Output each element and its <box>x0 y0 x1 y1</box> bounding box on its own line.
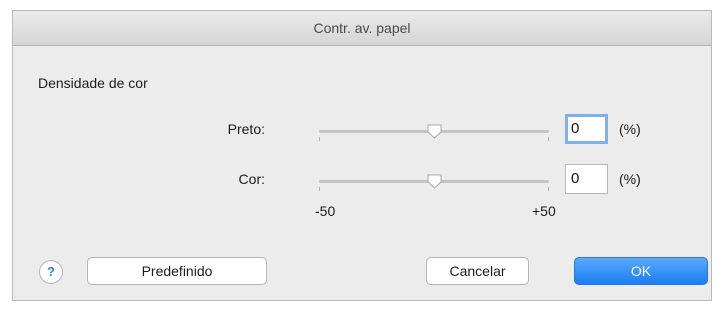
color-density-field[interactable]: 0 <box>565 164 608 194</box>
slider-thumb[interactable] <box>426 123 443 140</box>
scale-min-label: -50 <box>315 203 336 219</box>
color-density-section-label: Densidade de cor <box>38 75 148 91</box>
scale-max-label: +50 <box>532 203 556 219</box>
black-density-label: Preto: <box>227 121 265 137</box>
defaults-button[interactable]: Predefinido <box>87 257 267 285</box>
slider-tick <box>319 187 320 191</box>
window-title: Contr. av. papel <box>13 11 711 46</box>
cancel-button[interactable]: Cancelar <box>426 257 529 285</box>
color-density-unit: (%) <box>619 171 641 187</box>
black-density-field[interactable]: 0 <box>565 114 608 144</box>
slider-tick <box>548 137 549 141</box>
slider-tick <box>319 137 320 141</box>
color-density-label: Cor: <box>238 171 265 187</box>
black-density-unit: (%) <box>619 121 641 137</box>
black-density-slider[interactable] <box>319 122 549 142</box>
help-button[interactable]: ? <box>39 260 63 284</box>
slider-thumb[interactable] <box>426 173 443 190</box>
ok-button[interactable]: OK <box>574 257 708 285</box>
color-density-slider[interactable] <box>319 172 549 192</box>
slider-tick <box>548 187 549 191</box>
paper-density-dialog: Contr. av. papel Densidade de cor Preto:… <box>12 10 712 301</box>
